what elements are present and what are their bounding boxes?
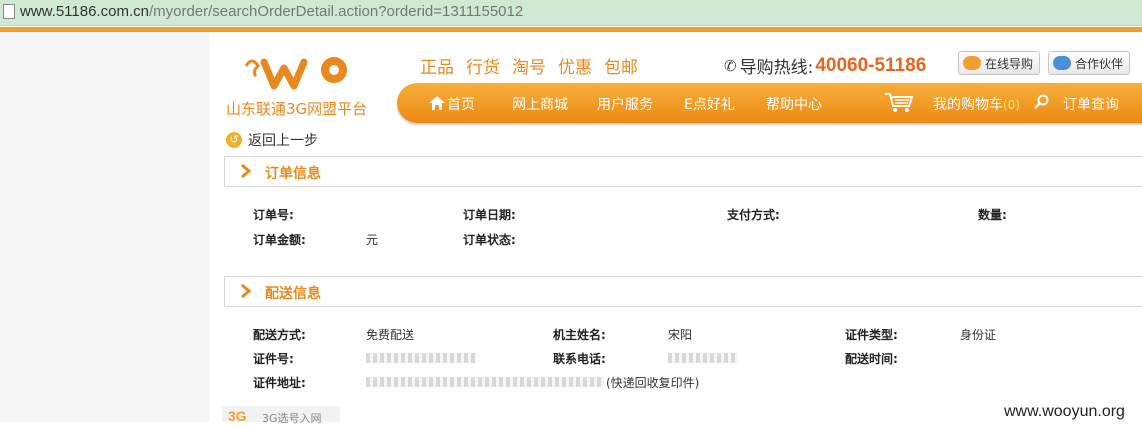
redacted-phone [668,353,738,363]
order-date-label: 订单日期: [463,208,516,222]
nav-order-query[interactable]: 订单查询 [1063,94,1119,114]
partner-label: 合作伙伴 [1075,56,1124,71]
id-type-value: 身份证 [960,328,997,342]
url-text[interactable]: www.51186.com.cn/myorder/searchOrderDeta… [20,3,523,20]
nav-service[interactable]: 用户服务 [597,94,653,114]
phone-icon: ✆ [724,56,737,75]
redacted-address [366,377,604,387]
delivery-info-title: 配送信息 [265,286,321,302]
back-link[interactable]: ↺ 返回上一步 [226,130,318,150]
online-guide-label: 在线导购 [985,56,1034,71]
back-label: 返回上一步 [248,133,318,149]
promo-tag: 包邮 [604,58,638,78]
amount-unit: 元 [366,233,379,247]
address-label: 证件地址: [253,376,306,390]
unicom-wo-logo[interactable] [238,48,358,98]
partners-icon [1053,56,1071,70]
back-arrow-icon: ↺ [226,132,242,148]
main-nav-bar: 首页 网上商城 用户服务 E点好礼 帮助中心 我的购物车(0) 订单查询 [397,83,1142,123]
left-margin [0,32,210,422]
amount-label: 订单金额: [253,233,306,247]
nav-cart[interactable]: 我的购物车(0) [933,94,1020,114]
nav-home[interactable]: 首页 [429,94,475,114]
delivery-method-label: 配送方式: [253,328,306,342]
order-no-label: 订单号: [253,208,294,222]
nav-help[interactable]: 帮助中心 [766,94,822,114]
home-icon [429,96,445,110]
chevron-right-icon [241,283,252,299]
order-info-title: 订单信息 [265,166,321,182]
url-path: /myorder/searchOrderDetail.action?orderi… [148,3,524,20]
delivery-method-value: 免费配送 [366,328,415,342]
payment-label: 支付方式: [727,208,780,222]
watermark: www.wooyun.org [1004,403,1125,420]
hotline: ✆ 导购热线: 40060-51186 [724,53,927,79]
quantity-label: 数量: [978,208,1007,222]
online-guide-button[interactable]: 在线导购 [958,51,1041,75]
nav-mall[interactable]: 网上商城 [512,94,568,114]
promo-tag: 淘号 [512,58,546,78]
delivery-info-header: 配送信息 [224,276,1142,307]
id-no-label: 证件号: [253,352,294,366]
id-type-label: 证件类型: [845,328,898,342]
promo-tags: 正品 行货 淘号 优惠 包邮 [420,53,638,78]
footer-3g-text: 3G选号入网 [262,412,322,425]
promo-tag: 优惠 [558,58,592,78]
nav-home-label: 首页 [447,97,475,113]
browser-url-bar[interactable]: www.51186.com.cn/myorder/searchOrderDeta… [0,0,1142,26]
nav-cart-label: 我的购物车 [933,97,1003,113]
cart-count: (0) [1003,98,1020,112]
search-icon [1034,94,1049,109]
chevron-right-icon [241,163,252,179]
redacted-id-number [366,353,476,363]
hotline-number: 40060-51186 [815,54,927,76]
nav-gift[interactable]: E点好礼 [684,94,735,114]
footer-3g-banner[interactable]: 3G 3G选号入网 [222,406,340,425]
url-host: www.51186.com.cn [20,3,149,20]
hotline-label: 导购热线: [739,58,814,78]
delivery-time-label: 配送时间: [845,352,898,366]
phone-label: 联系电话: [553,352,606,366]
owner-name-value: 宋阳 [668,328,693,342]
address-note: (快递回收复印件) [606,376,700,390]
promo-tag: 正品 [420,58,454,78]
status-label: 订单状态: [463,233,516,247]
chat-bubble-icon [963,56,981,70]
partner-button[interactable]: 合作伙伴 [1048,51,1131,75]
page-icon [3,4,15,19]
promo-tag: 行货 [466,58,500,78]
logo-text: 山东联通3G网盟平台 [226,100,368,118]
cart-icon[interactable] [884,92,914,114]
order-info-header: 订单信息 [224,156,1142,187]
owner-name-label: 机主姓名: [553,328,606,342]
